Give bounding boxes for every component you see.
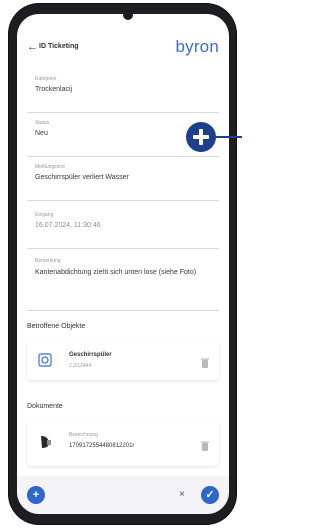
field-label: Bemerkung [35, 258, 61, 264]
field-label: Meldungstext [35, 164, 65, 170]
brand-logo: byron [175, 37, 219, 56]
objects-section-title: Betroffene Objekte [27, 323, 86, 330]
bottom-action-bar: + × ✓ [17, 476, 229, 514]
document-name: 1709172554480812201r [69, 443, 135, 449]
field-message[interactable]: Meldungstext Geschirrspüler verliert Was… [27, 158, 219, 201]
field-received: Eingang 16.07.2024, 11:30:46 [27, 206, 219, 249]
field-label: Status [35, 120, 50, 126]
object-name: Geschirrspüler [69, 352, 112, 358]
add-button[interactable]: + [27, 486, 45, 504]
trash-icon[interactable] [201, 438, 209, 451]
documents-section-title: Dokumente [27, 403, 63, 410]
field-category[interactable]: Kategorie Trockenlacij [27, 70, 219, 113]
app-header: ← ID Ticketing byron [17, 32, 229, 66]
front-camera [123, 10, 133, 20]
field-value: 16.07.2024, 11:30:46 [35, 222, 101, 229]
document-card[interactable]: Bezeichnung 1709172554480812201r [27, 420, 219, 466]
callout-pointer-line [216, 136, 242, 138]
field-value: Geschirrspüler verliert Wasser [35, 174, 129, 181]
document-thumbnail-icon [37, 434, 53, 450]
add-callout-icon [186, 122, 216, 152]
back-arrow-icon[interactable]: ← [27, 41, 39, 53]
field-label: Eingang [35, 212, 54, 218]
field-value: Neu [35, 130, 48, 137]
appliance-icon [37, 352, 53, 368]
object-card[interactable]: Geschirrspüler 2.2/12444 [27, 340, 219, 380]
field-remark[interactable]: Bemerkung Kantenabdichtung zieht sich un… [27, 252, 219, 311]
app-screen: ← ID Ticketing byron Kategorie Trockenla… [17, 14, 229, 514]
page-title: ID Ticketing [39, 43, 79, 50]
close-icon[interactable]: × [179, 486, 185, 504]
document-label: Bezeichnung [69, 432, 98, 438]
field-value: Kantenabdichtung zieht sich unten lose (… [35, 269, 197, 276]
field-label: Kategorie [35, 76, 57, 82]
object-id: 2.2/12444 [69, 363, 92, 369]
field-value: Trockenlacij [35, 86, 73, 93]
confirm-button[interactable]: ✓ [201, 486, 219, 504]
trash-icon[interactable] [201, 355, 209, 368]
